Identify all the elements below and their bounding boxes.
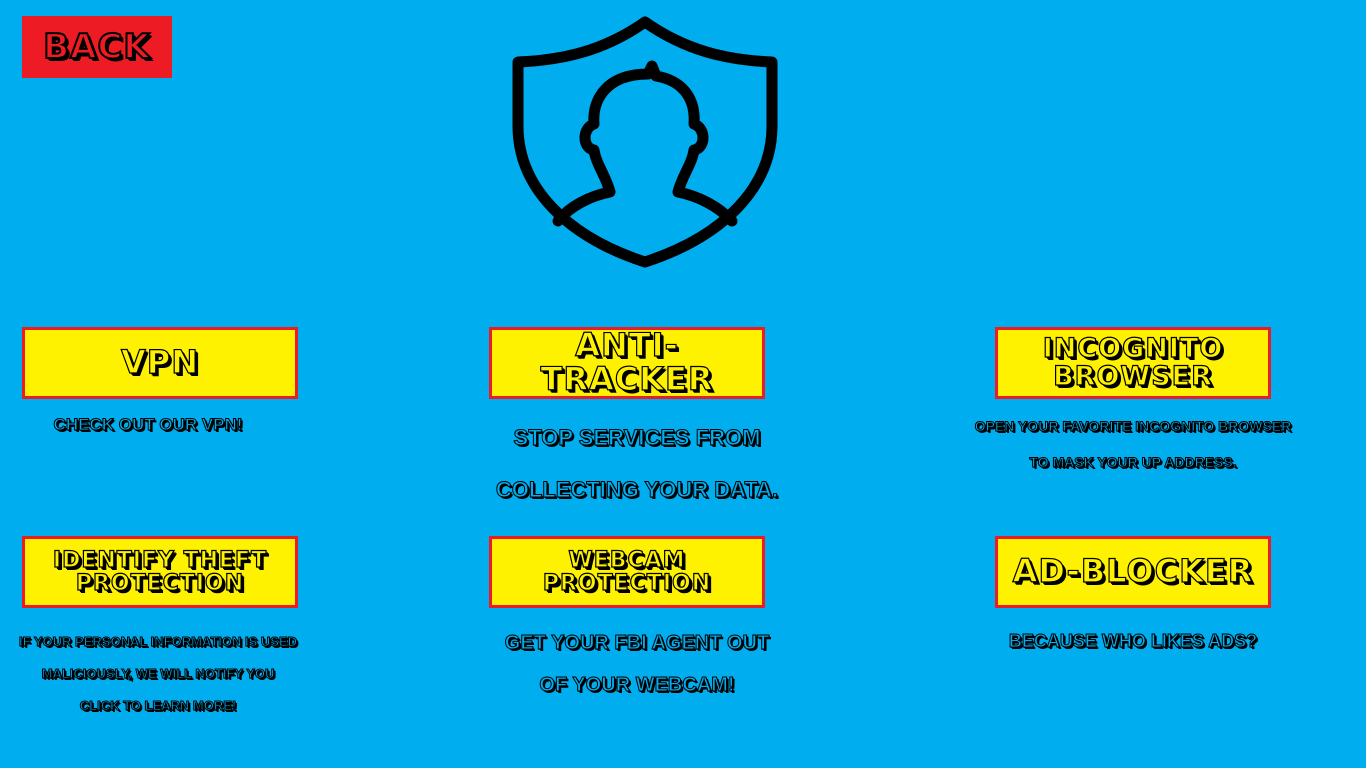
identity-theft-protection-description-line: IF YOUR PERSONAL INFORMATION IS USED	[18, 634, 298, 650]
webcam-protection-description-line: OF YOUR WEBCAM!	[539, 674, 735, 697]
anti-tracker-description-line: COLLECTING YOUR DATA.	[495, 477, 779, 503]
anti-tracker-description-line: STOP SERVICES FROM	[513, 425, 761, 451]
anti-tracker-description: STOP SERVICES FROM COLLECTING YOUR DATA.	[489, 412, 785, 516]
incognito-browser-button[interactable]: INCOGNITO BROWSER	[995, 327, 1271, 399]
anti-tracker-title: ANTI-TRACKER	[540, 326, 714, 398]
ad-blocker-description-line: BECAUSE WHO LIKES ADS?	[1008, 631, 1258, 652]
back-button[interactable]: BACK	[22, 16, 172, 78]
webcam-protection-button[interactable]: WEBCAM PROTECTION	[489, 536, 765, 608]
incognito-browser-title: INCOGNITO BROWSER	[1042, 332, 1224, 392]
webcam-protection-title: WEBCAM PROTECTION	[542, 547, 712, 596]
ad-blocker-title: AD-BLOCKER	[1012, 552, 1254, 591]
vpn-title: VPN	[120, 343, 199, 382]
webcam-protection-description-line: GET YOUR FBI AGENT OUT	[504, 632, 770, 655]
incognito-browser-description: OPEN YOUR FAVORITE INCOGNITO BROWSER TO …	[965, 408, 1301, 480]
back-button-label: BACK	[42, 27, 151, 67]
shield-user-icon	[512, 16, 778, 268]
webcam-protection-description: GET YOUR FBI AGENT OUT OF YOUR WEBCAM!	[489, 622, 785, 706]
identity-theft-protection-button[interactable]: IDENTIFY THEFT PROTECTION	[22, 536, 298, 608]
identity-theft-protection-description-line: CLICK TO LEARN MORE!	[79, 698, 237, 714]
identity-theft-protection-description: IF YOUR PERSONAL INFORMATION IS USED MAL…	[10, 626, 306, 722]
identity-theft-protection-title: IDENTIFY THEFT PROTECTION	[52, 547, 268, 596]
identity-theft-protection-description-line: MALICIOUSLY, WE WILL NOTIFY YOU	[41, 666, 275, 682]
ad-blocker-button[interactable]: AD-BLOCKER	[995, 536, 1271, 608]
anti-tracker-button[interactable]: ANTI-TRACKER	[489, 327, 765, 399]
incognito-browser-description-line: OPEN YOUR FAVORITE INCOGNITO BROWSER	[974, 418, 1292, 435]
vpn-description: CHECK OUT OUR VPN!	[22, 410, 274, 440]
ad-blocker-description: BECAUSE WHO LIKES ADS?	[965, 624, 1301, 658]
incognito-browser-description-line: TO MASK YOUR UP ADDRESS.	[1029, 454, 1237, 471]
vpn-button[interactable]: VPN	[22, 327, 298, 399]
vpn-description-line: CHECK OUT OUR VPN!	[53, 415, 243, 435]
